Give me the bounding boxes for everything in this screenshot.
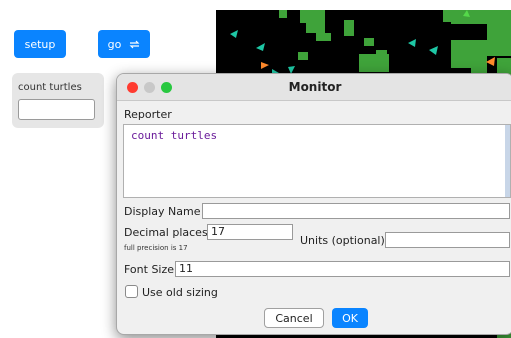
font-size-field[interactable]: 11 bbox=[175, 261, 510, 277]
display-name-field[interactable] bbox=[202, 203, 510, 219]
monitor-label: count turtles bbox=[18, 82, 82, 93]
go-button[interactable]: go bbox=[98, 30, 150, 58]
dialog-title: Monitor bbox=[288, 80, 342, 94]
forever-loop-icon bbox=[129, 40, 140, 48]
decimal-places-label: Decimal places bbox=[124, 226, 208, 239]
display-name-label: Display Name bbox=[124, 205, 201, 218]
dialog-titlebar[interactable]: Monitor bbox=[117, 74, 511, 101]
setup-button[interactable]: setup bbox=[14, 30, 66, 58]
reporter-code: count turtles bbox=[131, 129, 218, 142]
count-turtles-monitor[interactable]: count turtles bbox=[12, 73, 104, 128]
units-label: Units (optional) bbox=[300, 234, 385, 247]
units-field[interactable] bbox=[385, 232, 510, 248]
ok-button[interactable]: OK bbox=[332, 308, 368, 328]
monitor-dialog: Monitor Reporter count turtles Display N… bbox=[116, 73, 511, 335]
use-old-sizing-checkbox[interactable] bbox=[125, 285, 138, 298]
decimal-places-field[interactable]: 17 bbox=[207, 224, 293, 240]
reporter-label: Reporter bbox=[124, 108, 172, 121]
setup-button-label: setup bbox=[24, 37, 56, 51]
reporter-scrollbar[interactable] bbox=[505, 125, 510, 197]
use-old-sizing-label: Use old sizing bbox=[142, 286, 218, 299]
full-precision-note: full precision is 17 bbox=[124, 244, 188, 252]
ok-button-label: OK bbox=[342, 311, 358, 325]
cancel-button-label: Cancel bbox=[275, 311, 313, 325]
cancel-button[interactable]: Cancel bbox=[264, 308, 324, 328]
font-size-label: Font Size bbox=[124, 263, 175, 276]
reporter-editor[interactable]: count turtles bbox=[123, 124, 511, 198]
go-button-label: go bbox=[107, 37, 122, 51]
monitor-value bbox=[18, 99, 95, 120]
